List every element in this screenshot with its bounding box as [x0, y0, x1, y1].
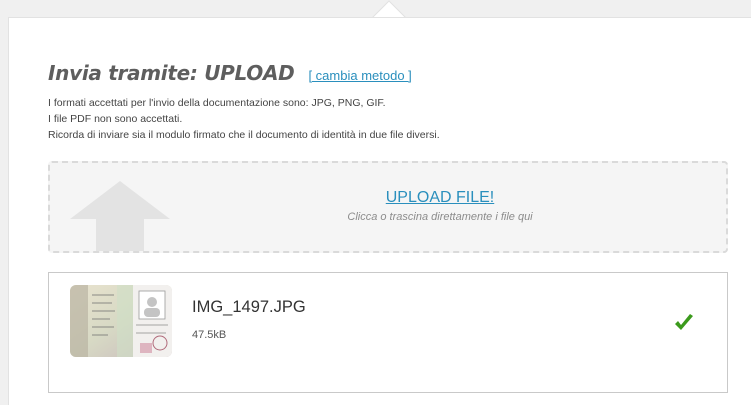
file-thumbnail: [70, 285, 172, 357]
panel-pointer: [372, 0, 406, 18]
change-method-link[interactable]: [ cambia metodo ]: [308, 68, 411, 83]
upload-header: Invia tramite: UPLOAD [ cambia metodo ]: [48, 61, 412, 85]
file-name: IMG_1497.JPG: [192, 298, 306, 316]
checkmark-icon: [675, 314, 693, 330]
upload-instructions: I formati accettati per l'invio della do…: [48, 95, 440, 143]
file-dropzone[interactable]: UPLOAD FILE! Clicca o trascina direttame…: [48, 161, 728, 253]
instruction-line: Ricorda di inviare sia il modulo firmato…: [48, 129, 440, 141]
uploaded-file-item: IMG_1497.JPG 47.5kB: [48, 272, 728, 393]
page-title: Invia tramite: UPLOAD: [48, 61, 295, 85]
dropzone-hint: Clicca o trascina direttamente i file qu…: [347, 211, 533, 223]
instruction-line: I file PDF non sono accettati.: [48, 113, 183, 125]
file-size: 47.5kB: [192, 329, 227, 341]
instruction-line: I formati accettati per l'invio della do…: [48, 97, 386, 109]
upload-file-link[interactable]: UPLOAD FILE!: [50, 189, 726, 207]
